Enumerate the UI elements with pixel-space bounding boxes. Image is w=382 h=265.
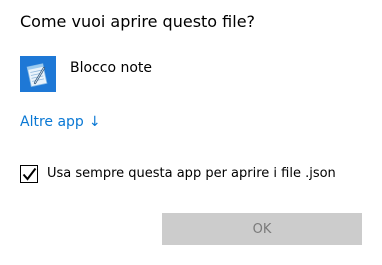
more-apps-link[interactable]: Altre app ↓ — [20, 113, 101, 131]
always-use-row: Usa sempre questa app per aprire i file … — [20, 163, 336, 185]
app-option-blocco-note[interactable]: Blocco note — [16, 53, 296, 95]
arrow-down-icon: ↓ — [88, 114, 101, 130]
ok-button[interactable]: OK — [162, 213, 362, 245]
open-with-dialog: Come vuoi aprire questo file? Blocco not… — [0, 0, 382, 265]
checkmark-icon — [22, 167, 37, 181]
notepad-icon — [20, 56, 56, 92]
app-option-label: Blocco note — [70, 60, 153, 76]
dialog-title: Come vuoi aprire questo file? — [20, 12, 256, 31]
always-use-label: Usa sempre questa app per aprire i file … — [47, 166, 336, 181]
always-use-checkbox[interactable] — [20, 165, 38, 183]
more-apps-label: Altre app — [20, 114, 84, 130]
